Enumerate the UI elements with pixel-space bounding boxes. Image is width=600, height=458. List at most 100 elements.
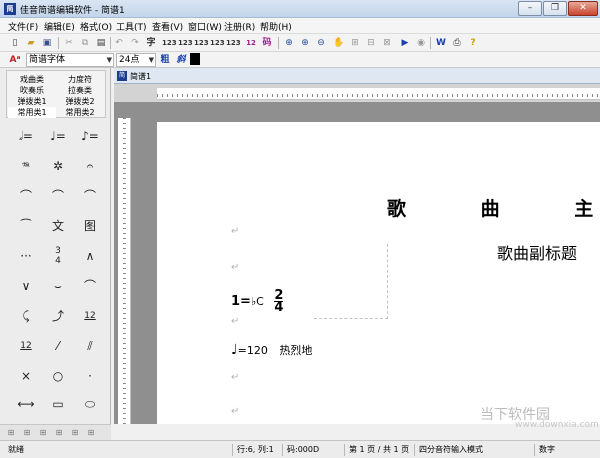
font-select[interactable]: 简谱字体 ▼ [26, 53, 114, 67]
chevron-down-icon: ▼ [148, 56, 154, 64]
document-tab[interactable]: 简谱1 [130, 71, 151, 82]
bold-button[interactable]: 粗 [158, 53, 172, 67]
zoom-out-icon[interactable]: ⊖ [314, 36, 328, 50]
distribute-icon[interactable]: ⊞ [84, 426, 98, 440]
long-slur-icon[interactable]: ⁀ [12, 214, 40, 238]
menu-help[interactable]: 帮助(H) [260, 20, 292, 33]
code-button[interactable]: 码 [260, 36, 274, 50]
ungroup-icon[interactable]: ⊠ [380, 36, 394, 50]
picture-tool[interactable]: 图 [76, 214, 104, 238]
line-icon[interactable]: ⟷ [12, 392, 40, 416]
double-underline-12-tool[interactable]: 12 [12, 334, 40, 358]
ellipse-icon[interactable]: ⬭ [76, 392, 104, 416]
curve-up-icon[interactable]: ⌒ [76, 274, 104, 298]
text-tool[interactable]: 文 [44, 214, 72, 238]
paste-icon[interactable]: ▤ [94, 36, 108, 50]
tab-common2[interactable]: 常用类2 [56, 107, 104, 118]
half-note-tempo-icon[interactable]: 𝅗𝅥= [12, 124, 40, 148]
paragraph-mark-icon: ↵ [231, 226, 240, 237]
group-icon[interactable]: ⊟ [364, 36, 378, 50]
tab-plucked1[interactable]: 弹拨类1 [8, 96, 56, 107]
play-icon[interactable]: ▶ [398, 36, 412, 50]
align-center-icon[interactable]: ⊞ [20, 426, 34, 440]
open-folder-icon[interactable]: ▰ [24, 36, 38, 50]
align-bottom-icon[interactable]: ⊞ [68, 426, 82, 440]
hand-icon[interactable]: ✋ [332, 36, 346, 50]
tab-wind[interactable]: 吹奏乐 [8, 85, 56, 96]
menu-file[interactable]: 文件(F) [8, 20, 38, 33]
notes-123-dot-icon[interactable]: 123 [194, 36, 209, 50]
align-left-icon[interactable]: ⊞ [4, 426, 18, 440]
menu-tools[interactable]: 工具(T) [116, 20, 147, 33]
char-button[interactable]: 字 [144, 36, 158, 50]
time-signature-tool[interactable]: 3 4 [44, 244, 72, 268]
menu-register[interactable]: 注册(R) [224, 20, 255, 33]
key-signature-line[interactable]: 1=♭C 2 4 [231, 289, 284, 314]
notes-123-under-icon[interactable]: 123 [210, 36, 225, 50]
song-title[interactable]: 歌 曲 主 [387, 194, 600, 221]
notes-123-icon[interactable]: 123 [162, 36, 177, 50]
rectangle-icon[interactable]: ▭ [44, 392, 72, 416]
menu-format[interactable]: 格式(O) [80, 20, 112, 33]
tie-icon[interactable]: ⌒ [76, 184, 104, 208]
maximize-button[interactable]: ❐ [543, 1, 567, 16]
record-icon[interactable]: ◉ [414, 36, 428, 50]
zoom-in-icon[interactable]: ⊕ [298, 36, 312, 50]
copy-icon[interactable]: ⧉ [78, 36, 92, 50]
undo-icon[interactable]: ↶ [112, 36, 126, 50]
pedal-release-icon[interactable]: ✲ [44, 154, 72, 178]
score-page[interactable]: ↵ ↵ ↵ ↵ ↵ 歌 曲 主 歌曲副标题 1=♭C 2 4 ♩=120 热烈地 [157, 122, 600, 424]
color-swatch[interactable] [190, 53, 200, 65]
double-slash-icon[interactable]: ⫽ [76, 334, 104, 358]
notes-123-box-icon[interactable]: 123 [226, 36, 241, 50]
circle-icon[interactable]: ○ [44, 364, 72, 388]
curve-down-icon[interactable]: ⌣ [44, 274, 72, 298]
menu-window[interactable]: 窗口(W) [188, 20, 222, 33]
save-icon[interactable]: ▣ [40, 36, 54, 50]
eighth-note-tempo-icon[interactable]: ♪= [76, 124, 104, 148]
slash-icon[interactable]: ⁄ [44, 334, 72, 358]
close-button[interactable]: ✕ [568, 1, 598, 16]
fermata-icon[interactable]: 𝄐 [76, 154, 104, 178]
align-right-icon[interactable]: ⊞ [36, 426, 50, 440]
dots-icon[interactable]: ··· [12, 244, 40, 268]
vertical-ruler[interactable] [118, 118, 131, 424]
zoom-icon[interactable]: ⊕ [282, 36, 296, 50]
quarter-note-tempo-icon[interactable]: ♩= [44, 124, 72, 148]
pedal-icon[interactable]: 𝆮 [12, 154, 40, 178]
slur-icon[interactable]: ⌒ [44, 184, 72, 208]
horizontal-ruler[interactable] [157, 88, 600, 100]
tab-common1[interactable]: 常用类1 [8, 107, 56, 118]
dot-icon[interactable]: · [76, 364, 104, 388]
notes-12-icon[interactable]: 12 [244, 36, 258, 50]
minimize-button[interactable]: – [518, 1, 542, 16]
accent-down-icon[interactable]: ∨ [12, 274, 40, 298]
hook-right-icon[interactable]: ⤴ [44, 304, 72, 328]
accent-up-icon[interactable]: ∧ [76, 244, 104, 268]
word-export-icon[interactable]: W [434, 36, 448, 50]
tempo-line[interactable]: ♩=120 热烈地 [231, 342, 312, 358]
size-select[interactable]: 24点 ▼ [116, 53, 156, 67]
print-icon[interactable]: ⎙ [450, 36, 464, 50]
split-icon[interactable]: ⊞ [348, 36, 362, 50]
redo-icon[interactable]: ↷ [128, 36, 142, 50]
help-icon[interactable]: ? [466, 36, 480, 50]
cross-icon[interactable]: × [12, 364, 40, 388]
menu-view[interactable]: 查看(V) [152, 20, 183, 33]
triplet-arc-icon[interactable]: ⌒ [12, 184, 40, 208]
menu-edit[interactable]: 编辑(E) [44, 20, 75, 33]
italic-button[interactable]: 斜 [174, 53, 188, 67]
hook-left-icon[interactable]: ⤹ [12, 304, 40, 328]
new-file-icon[interactable]: ▯ [8, 36, 22, 50]
time-sig-bottom: 4 [55, 256, 61, 266]
underline-12-tool[interactable]: 12 [76, 304, 104, 328]
tab-dynamics[interactable]: 力度符 [56, 74, 104, 85]
tab-bowed[interactable]: 拉奏类 [56, 85, 104, 96]
align-top-icon[interactable]: ⊞ [52, 426, 66, 440]
notes-123-low-icon[interactable]: 123 [178, 36, 193, 50]
song-subtitle[interactable]: 歌曲副标题 [497, 240, 577, 264]
cut-icon[interactable]: ✂ [62, 36, 76, 50]
tab-plucked2[interactable]: 弹拨类2 [56, 96, 104, 107]
time-sig-top: 3 [55, 246, 61, 256]
tab-opera[interactable]: 戏曲类 [8, 74, 56, 85]
